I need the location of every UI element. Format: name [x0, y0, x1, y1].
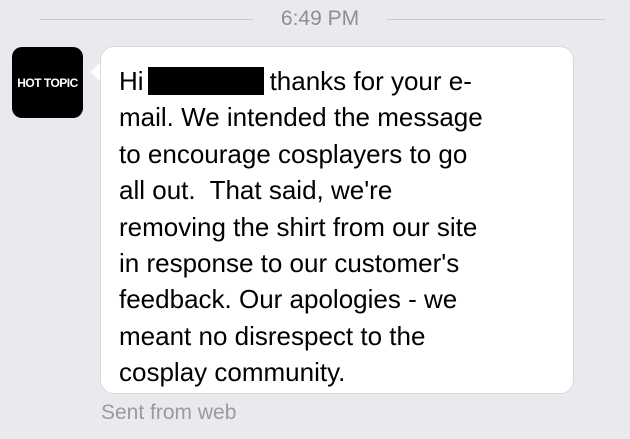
divider-line-right	[387, 19, 605, 20]
message-greeting: Hi	[119, 66, 144, 96]
message-after-redaction: thanks for your e-	[269, 66, 472, 96]
message-bubble[interactable]: Hi thanks for your e- mail. We intended t…	[100, 46, 574, 394]
message-text: Hi thanks for your e- mail. We intended t…	[119, 63, 564, 391]
divider-line-left	[40, 19, 253, 20]
message-body: mail. We intended the message to encoura…	[119, 102, 483, 388]
hot-topic-logo: HOT TOPIC	[17, 75, 78, 90]
sent-from-web-label: Sent from web	[101, 401, 237, 424]
sender-avatar[interactable]: HOT TOPIC	[12, 47, 83, 118]
message-timestamp: 6:49 PM	[280, 7, 360, 30]
redacted-name-block	[147, 67, 264, 95]
timestamp-divider: 6:49 PM	[0, 0, 630, 38]
